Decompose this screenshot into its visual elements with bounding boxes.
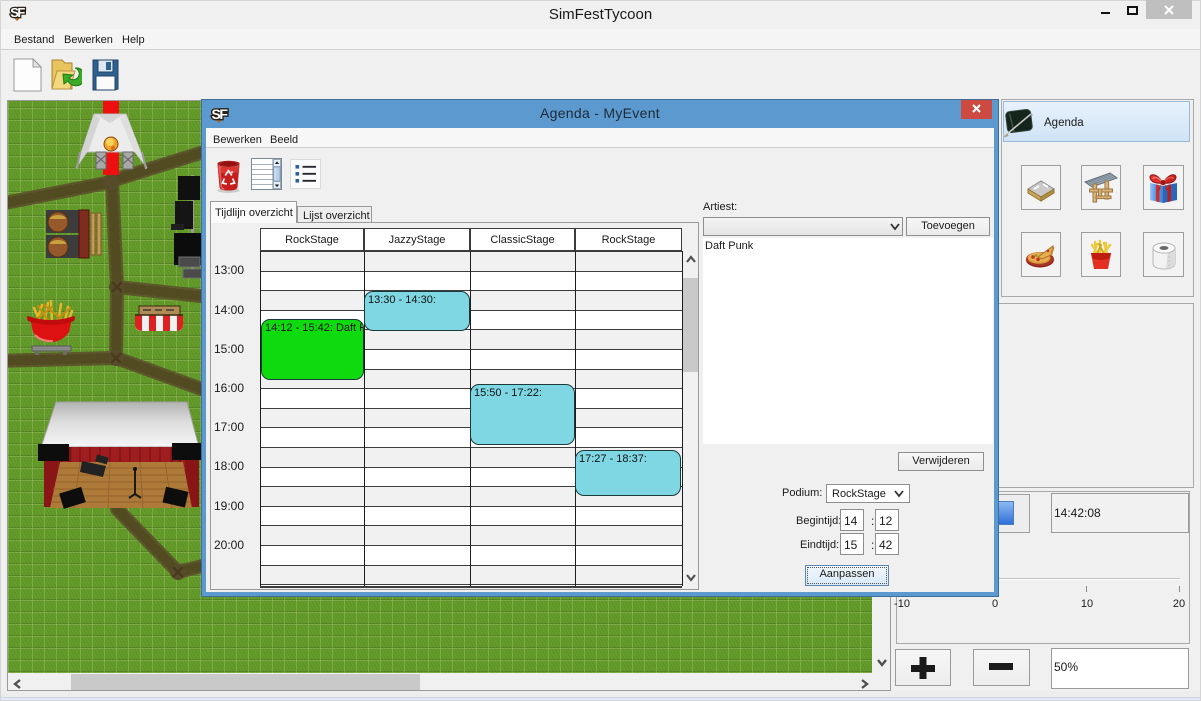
- svg-text:SF: SF: [10, 5, 25, 20]
